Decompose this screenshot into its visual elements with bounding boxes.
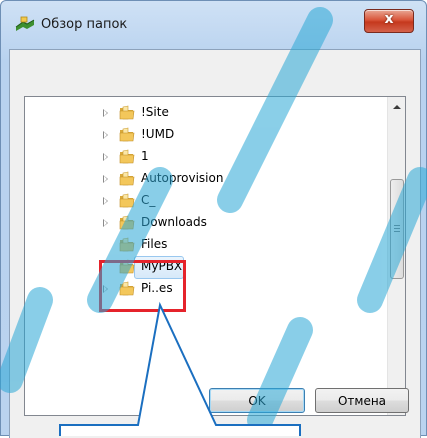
title-bar[interactable]: Обзор папок x xyxy=(1,1,426,49)
tree-item[interactable]: Pi..es xyxy=(25,278,385,300)
scroll-up-icon[interactable] xyxy=(393,105,401,109)
folder-icon xyxy=(119,149,135,164)
tree-item-label: Autoprovision xyxy=(141,171,224,185)
tree-item[interactable]: Autoprovision xyxy=(25,168,385,190)
folder-browse-icon xyxy=(15,16,35,31)
expand-arrow-icon[interactable] xyxy=(103,131,108,139)
tree-item-label: 1 xyxy=(141,149,149,163)
close-button[interactable]: x xyxy=(364,9,414,33)
close-icon: x xyxy=(384,11,394,27)
cancel-button[interactable]: Отмена xyxy=(315,388,409,413)
tree-item-label: !UMD xyxy=(141,127,175,141)
folder-icon xyxy=(119,193,135,208)
tree-item[interactable]: Files xyxy=(25,234,385,256)
tree-item-label: Files xyxy=(141,237,168,251)
expand-arrow-icon[interactable] xyxy=(103,153,108,161)
tree-item-label: C_ xyxy=(141,193,156,207)
expand-arrow-icon[interactable] xyxy=(103,219,108,227)
tree-item[interactable]: MyPBX xyxy=(25,256,385,279)
expand-arrow-icon[interactable] xyxy=(103,175,108,183)
tree-item-label: Downloads xyxy=(141,215,207,229)
tree-item[interactable]: 1 xyxy=(25,146,385,168)
tree-item[interactable]: !UMD xyxy=(25,124,385,146)
dialog-body: !Site !UMD 1 Autoprovision C_ Downloads Files M… xyxy=(9,49,421,438)
highlight-box xyxy=(99,260,186,312)
tree-item[interactable]: C_ xyxy=(25,190,385,212)
folder-icon xyxy=(119,127,135,142)
tree-item[interactable]: Downloads xyxy=(25,212,385,234)
folder-icon xyxy=(119,171,135,186)
folder-browse-dialog: Обзор папок x !Site !UMD 1 Autoprovision C_ D… xyxy=(0,0,427,438)
scroll-thumb[interactable] xyxy=(390,179,404,279)
expand-arrow-icon[interactable] xyxy=(103,109,108,117)
tree-item-label: !Site xyxy=(141,105,169,119)
folder-tree[interactable]: !Site !UMD 1 Autoprovision C_ Downloads Files M… xyxy=(24,96,406,416)
folder-icon xyxy=(119,105,135,120)
expand-arrow-icon[interactable] xyxy=(103,197,108,205)
folder-icon xyxy=(119,237,135,252)
folder-icon xyxy=(119,215,135,230)
window-title: Обзор папок xyxy=(41,17,128,32)
vertical-scrollbar[interactable] xyxy=(387,97,405,415)
ok-button[interactable]: OK xyxy=(209,388,305,413)
tree-item[interactable]: !Site xyxy=(25,102,385,124)
